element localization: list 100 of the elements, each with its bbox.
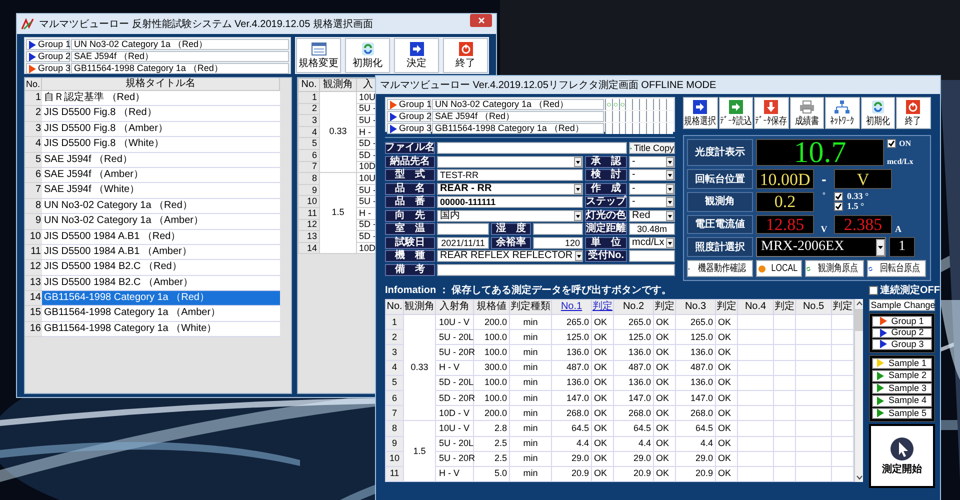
toolbar-button[interactable]: 初期化: [860, 97, 895, 129]
dropdown[interactable]: REAR - RR: [437, 182, 583, 194]
dropdown[interactable]: -: [629, 156, 675, 168]
table-cell: 100.0: [474, 330, 510, 345]
toolbar-button[interactable]: ﾃﾞｰﾀ読込: [718, 97, 753, 129]
table-cell: H - V: [436, 466, 474, 482]
row-number: 7: [25, 183, 42, 199]
start-button[interactable]: 測定開始: [869, 424, 935, 488]
dropdown[interactable]: -: [629, 182, 675, 194]
table-cell: 0.33: [320, 92, 356, 173]
list-item[interactable]: UN No3-02 Category 1a （Red）: [42, 198, 280, 214]
group-button[interactable]: Group 2: [26, 51, 70, 62]
flag-button[interactable]: Sample 2: [872, 370, 932, 382]
list-item[interactable]: JIS D5500 1984 A.B1 （Red）: [42, 230, 280, 245]
list-item[interactable]: JIS D5500 1984 A.B1 （Amber）: [42, 244, 280, 260]
sample-change-button[interactable]: Sample Change: [869, 299, 935, 311]
list-item[interactable]: 自Ｒ認定基準 （Red）: [42, 91, 280, 106]
checkbox[interactable]: [869, 286, 878, 295]
toolbar-button[interactable]: 成績書: [790, 97, 824, 129]
list-item[interactable]: GB11564-1998 Category 1a （Red）: [42, 291, 280, 306]
group-button[interactable]: Group 3: [387, 123, 431, 134]
dropdown[interactable]: [437, 156, 583, 168]
dropdown[interactable]: 国内: [437, 210, 583, 222]
text-field[interactable]: TEST-RR: [437, 169, 583, 181]
checkbox[interactable]: [834, 202, 843, 211]
group-button[interactable]: Group 2: [387, 111, 431, 122]
text-field[interactable]: [629, 250, 675, 262]
flag-button[interactable]: Sample 5: [872, 408, 932, 419]
toolbar-button[interactable]: 規格変更: [296, 38, 341, 73]
row-number: 14: [25, 291, 42, 306]
dropdown[interactable]: -: [629, 196, 675, 208]
standard-field: GB11564-1998 Category 1a （Red）: [432, 123, 604, 134]
close-button[interactable]: [470, 14, 492, 27]
flag-button[interactable]: Group 2: [872, 328, 932, 338]
row-number: 12: [298, 219, 320, 231]
flag-button[interactable]: Group 1: [872, 316, 932, 326]
row-number: 2: [386, 330, 404, 345]
toolbar-button[interactable]: 決定: [394, 38, 439, 73]
column-header: No.: [25, 78, 42, 91]
field-label: 湿 度: [491, 223, 531, 235]
flag-button[interactable]: Sample 3: [872, 382, 932, 394]
field-label: 納品先名: [385, 156, 435, 168]
text-field[interactable]: [533, 223, 583, 235]
toolbar-button[interactable]: ﾃﾞｰﾀ保存: [754, 97, 788, 129]
reading-display: 0.2: [756, 192, 814, 212]
action-button[interactable]: 回転台原点: [867, 260, 926, 277]
column-header-link[interactable]: 判定: [592, 300, 614, 314]
list-item[interactable]: JIS D5500 Fig.8 （Amber）: [42, 122, 280, 138]
list-item[interactable]: JIS D5500 1984 B2.C （Red）: [42, 260, 280, 276]
checkbox[interactable]: [887, 139, 896, 148]
action-button[interactable]: 機器動作確認: [687, 260, 753, 277]
field-label: 承 認: [585, 156, 627, 168]
flag-button[interactable]: Sample 1: [872, 358, 932, 369]
reading-display: 1: [889, 237, 915, 258]
column-header: No.: [386, 300, 404, 314]
table-cell: 136.0: [552, 344, 592, 360]
flag-button[interactable]: Group 3: [872, 339, 932, 350]
group-button[interactable]: Group 3: [26, 63, 70, 74]
dropdown[interactable]: Red: [629, 210, 675, 222]
list-item[interactable]: SAE J594f （Amber）: [42, 168, 280, 184]
toolbar-button[interactable]: 初期化: [345, 38, 390, 73]
dropdown[interactable]: -: [629, 169, 675, 181]
table-cell: OK: [592, 390, 614, 406]
text-field[interactable]: [437, 142, 627, 154]
column-header: 規格タイトル名: [42, 78, 280, 91]
toolbar-button[interactable]: ﾈｯﾄﾜｰｸ: [825, 97, 860, 129]
list-item[interactable]: GB11564-1998 Category 1a （White）: [42, 322, 280, 338]
text-field[interactable]: 2021/11/11: [437, 236, 489, 248]
list-item[interactable]: UN No3-02 Category 1a （Amber）: [42, 214, 280, 230]
list-item[interactable]: JIS D5500 Fig.8 （White）: [42, 137, 280, 153]
toolbar-button[interactable]: 終了: [443, 38, 488, 73]
text-field[interactable]: 120: [533, 236, 583, 248]
column-header-link[interactable]: No.1: [552, 300, 592, 314]
title-copy-button[interactable]: Title Copy: [629, 142, 675, 154]
list-item[interactable]: SAE J594f （White）: [42, 183, 280, 199]
action-button[interactable]: LOCAL: [756, 260, 802, 277]
field-label: 品 名: [385, 182, 435, 194]
dropdown[interactable]: MRX-2006EX: [756, 237, 886, 258]
remarks-field[interactable]: [437, 264, 675, 276]
text-field[interactable]: [437, 223, 489, 235]
toolbar-button[interactable]: 規格選択: [683, 97, 718, 129]
checkbox[interactable]: [834, 192, 843, 201]
scrollbar-thumb[interactable]: [855, 309, 863, 331]
list-item[interactable]: JIS D5500 Fig.8 （Red）: [42, 106, 280, 122]
toolbar-button[interactable]: 終了: [896, 97, 930, 129]
list-item[interactable]: GB11564-1998 Category 1a （Amber）: [42, 306, 280, 322]
table-cell: min: [510, 360, 552, 376]
list-item[interactable]: SAE J594f （Red）: [42, 152, 280, 168]
dropdown[interactable]: REAR REFLEX REFLECTOR: [437, 250, 583, 262]
text-field[interactable]: 30.48m: [629, 223, 675, 235]
group-button[interactable]: Group 1: [26, 39, 70, 50]
scrollbar[interactable]: [854, 299, 863, 482]
table-cell: min: [510, 330, 552, 345]
table-cell: OK: [716, 451, 738, 466]
text-field[interactable]: 00000-111111: [437, 196, 583, 208]
dropdown[interactable]: mcd/Lx: [629, 236, 675, 248]
list-item[interactable]: JIS D5500 1984 B2.C （Amber）: [42, 276, 280, 292]
action-button[interactable]: 観測角原点: [805, 260, 864, 277]
flag-button[interactable]: Sample 4: [872, 395, 932, 406]
group-button[interactable]: Group 1: [387, 99, 431, 110]
